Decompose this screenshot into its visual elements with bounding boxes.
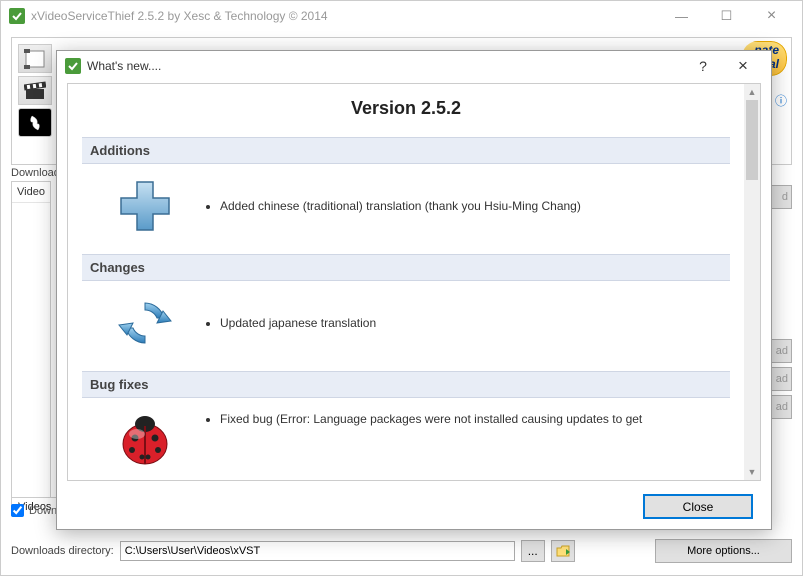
downloads-list[interactable]: Video [11, 181, 51, 511]
dialog-titlebar: What's new.... ? × [57, 51, 771, 81]
file-icon[interactable] [18, 44, 52, 73]
additions-heading: Additions [82, 137, 730, 164]
flash-icon[interactable] [18, 108, 52, 137]
maximize-button[interactable]: ☐ [704, 1, 749, 31]
dir-label: Downloads directory: [11, 545, 114, 557]
scroll-up-icon[interactable]: ▲ [744, 84, 760, 100]
close-window-button[interactable]: × [749, 1, 794, 31]
minimize-button[interactable]: — [659, 1, 704, 31]
dialog-app-icon [65, 58, 81, 74]
help-button[interactable]: ? [683, 51, 723, 81]
open-folder-button[interactable] [551, 540, 575, 562]
main-title: xVideoServiceThief 2.5.2 by Xesc & Techn… [31, 9, 659, 23]
scrollbar[interactable]: ▲ ▼ [744, 84, 760, 480]
clapper-icon[interactable] [18, 76, 52, 105]
browse-button[interactable]: ... [521, 540, 545, 562]
ladybug-icon [115, 410, 175, 470]
changes-item: Updated japanese translation [220, 314, 376, 332]
scroll-thumb[interactable] [746, 100, 758, 180]
info-icon[interactable]: ⓘ [775, 92, 787, 109]
dialog-content: Version 2.5.2 Additions Added chinese (t… [67, 83, 761, 481]
refresh-large-icon [115, 293, 175, 353]
dir-input[interactable] [120, 541, 515, 561]
changes-heading: Changes [82, 254, 730, 281]
additions-item: Added chinese (traditional) translation … [220, 197, 581, 215]
video-column-header[interactable]: Video [12, 182, 50, 203]
downloads-label: Download [11, 167, 60, 179]
main-titlebar: xVideoServiceThief 2.5.2 by Xesc & Techn… [1, 1, 802, 31]
whats-new-dialog: What's new.... ? × Version 2.5.2 Additio… [56, 50, 772, 530]
bugfixes-heading: Bug fixes [82, 371, 730, 398]
auto-download-checkbox[interactable] [11, 504, 24, 517]
plus-icon [115, 176, 175, 236]
dialog-close-x[interactable]: × [723, 51, 763, 81]
scroll-down-icon[interactable]: ▼ [744, 464, 760, 480]
close-button[interactable]: Close [643, 494, 753, 519]
more-options-button[interactable]: More options... [655, 539, 792, 563]
app-icon [9, 8, 25, 24]
bugfixes-item: Fixed bug (Error: Language packages were… [220, 410, 642, 428]
dialog-title: What's new.... [87, 59, 683, 73]
version-heading: Version 2.5.2 [82, 98, 730, 119]
